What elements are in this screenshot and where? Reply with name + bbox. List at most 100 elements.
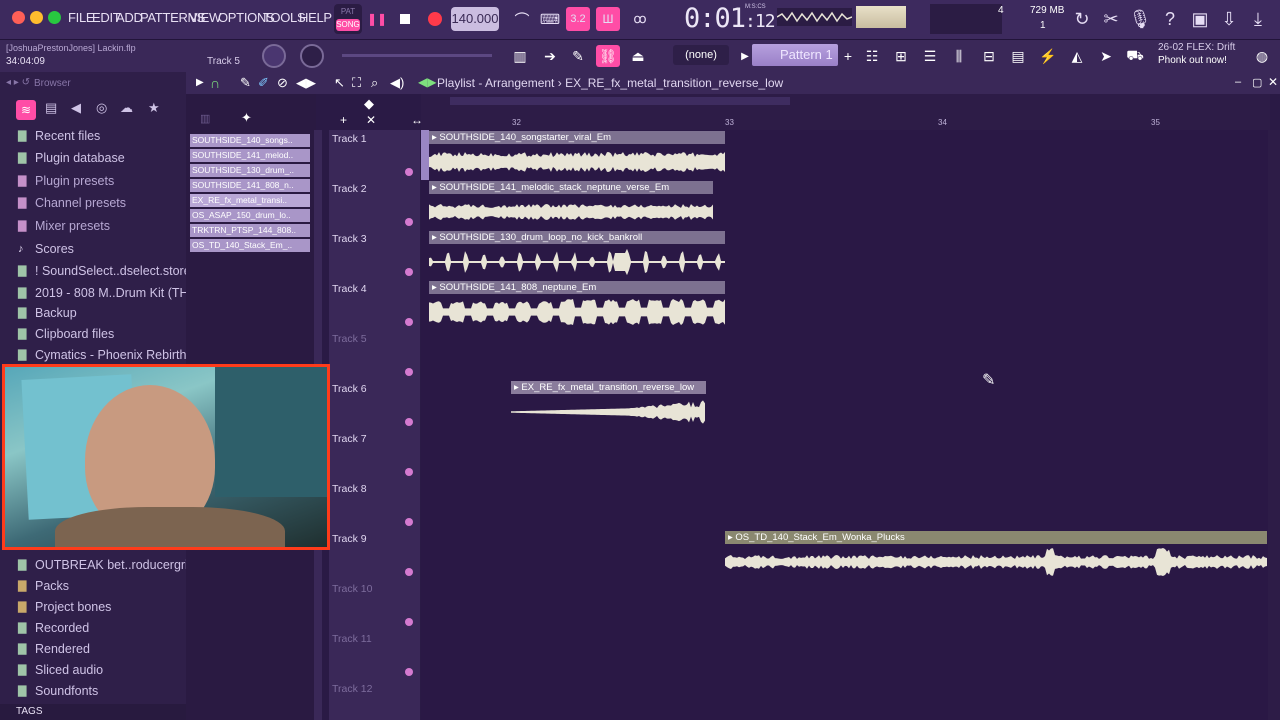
star-icon[interactable]: ★ — [148, 100, 160, 116]
folder-icon[interactable]: ▤ — [45, 100, 57, 116]
metronome-icon[interactable]: ⌒ — [508, 5, 536, 33]
zoom-tool-icon[interactable]: ⌕ — [371, 75, 378, 91]
save-icon[interactable]: ▣ — [1186, 5, 1214, 33]
countdown-icon[interactable]: 3.2 — [566, 7, 590, 31]
track-name[interactable]: Track 9 — [332, 533, 367, 545]
stamp-icon[interactable]: ⏏ — [626, 45, 650, 67]
picker-item[interactable]: SOUTHSIDE_141_melod.. — [190, 149, 310, 162]
picker-item-selected[interactable]: EX_RE_fx_metal_transi.. — [190, 194, 310, 207]
picker-item[interactable]: SOUTHSIDE_140_songs.. — [190, 134, 310, 147]
plugin-filter-icon[interactable]: ◎ — [96, 100, 107, 116]
remove-track-icon[interactable]: ✕ — [366, 113, 376, 127]
window-minimize-button[interactable] — [30, 11, 43, 24]
picker-item[interactable]: OS_TD_140_Stack_Em_.. — [190, 239, 310, 252]
browser-item-recent-files[interactable]: ▇ Recent files — [18, 126, 100, 146]
brush-icon[interactable]: ✎ — [566, 45, 590, 67]
browser-item-clipboard[interactable]: ▇ Clipboard files — [18, 324, 114, 344]
news-icon[interactable]: ◍ — [1250, 45, 1274, 67]
browser-item-2019-808[interactable]: ▇ 2019 - 808 M..Drum Kit (THP) — [18, 283, 201, 303]
master-slider[interactable] — [342, 54, 492, 57]
browser-item-rendered[interactable]: ▇ Rendered — [18, 639, 90, 659]
stop-button[interactable] — [392, 6, 418, 32]
track-mute-led[interactable] — [405, 668, 413, 676]
cart-icon[interactable]: ⛟ — [1123, 45, 1147, 67]
browser-item-sliced-audio[interactable]: ▇ Sliced audio — [18, 660, 103, 680]
browser-item-plugin-database[interactable]: ▇ Plugin database — [18, 148, 125, 168]
piano-roll-icon[interactable]: ☰ — [918, 45, 942, 67]
picker-item[interactable]: OS_ASAP_150_drum_lo.. — [190, 209, 310, 222]
help-icon[interactable]: ? — [1156, 5, 1184, 33]
browser-item-scores[interactable]: ♪ Scores — [18, 239, 74, 259]
browser-item-project-bones[interactable]: ▇ Project bones — [18, 597, 111, 617]
browser-item-plugin-presets[interactable]: ▇ Plugin presets — [18, 171, 114, 191]
add-pattern-icon[interactable]: + — [836, 45, 860, 67]
plugin-icon[interactable]: ⚡ — [1036, 45, 1060, 67]
browser-item-soundselect[interactable]: ▇ ! SoundSelect..dselect.store) — [18, 261, 195, 281]
microphone-icon[interactable]: 🎙 — [1126, 5, 1154, 33]
mixer-icon[interactable]: ⫼ — [947, 45, 971, 67]
horizontal-scrollbar[interactable] — [450, 97, 790, 105]
tempo-display[interactable]: 140.000 — [451, 7, 499, 31]
track-mute-led[interactable] — [405, 568, 413, 576]
browser-nav-icon[interactable]: ◂ ▸ ↺ — [6, 77, 30, 88]
picker-item[interactable]: SOUTHSIDE_130_drum_.. — [190, 164, 310, 177]
maximize-icon[interactable]: ▢ — [1252, 76, 1262, 89]
mute-tool-icon[interactable]: ◀▶ — [296, 75, 316, 91]
select-tool-icon[interactable]: ⛶ — [352, 75, 361, 91]
add-track-icon[interactable]: + — [340, 113, 347, 127]
pause-button[interactable]: ❚❚ — [364, 6, 390, 32]
playlist-icon[interactable]: ☷ — [860, 45, 884, 67]
step-sequencer-icon[interactable]: ⊞ — [889, 45, 913, 67]
window-close-button[interactable] — [12, 11, 25, 24]
browser-icon[interactable]: ▤ — [1006, 45, 1030, 67]
tempo-tap-icon[interactable]: ➤ — [1094, 45, 1118, 67]
render-icon[interactable]: ⇩ — [1215, 5, 1243, 33]
channel-rack-icon[interactable]: ⊟ — [977, 45, 1001, 67]
track-name[interactable]: Track 3 — [332, 233, 367, 245]
picker-item[interactable]: TRKTRN_PTSP_144_808.. — [190, 224, 310, 237]
pattern-selector[interactable]: Pattern 1 — [752, 44, 838, 66]
browser-item-recorded[interactable]: ▇ Recorded — [18, 618, 89, 638]
menu-help[interactable]: HELP — [299, 10, 332, 25]
playlist-menu-arrow-icon[interactable]: ▶ — [196, 77, 204, 88]
master-volume-knob[interactable] — [262, 44, 286, 68]
track-name[interactable]: Track 2 — [332, 183, 367, 195]
slip-tool-icon[interactable]: ↖ — [334, 75, 345, 91]
track-mute-led[interactable] — [405, 618, 413, 626]
draw-tool-icon[interactable]: ✎ — [240, 75, 251, 91]
track-name[interactable]: Track 12 — [332, 683, 372, 695]
magnet-icon[interactable]: ∩ — [210, 75, 220, 91]
tags-bar[interactable]: TAGS — [0, 704, 186, 720]
record-button[interactable] — [422, 6, 448, 32]
speaker-filter-icon[interactable]: ◀ — [71, 100, 81, 116]
track-name[interactable]: Track 4 — [332, 283, 367, 295]
track-mute-led[interactable] — [405, 418, 413, 426]
track-mute-led[interactable] — [405, 218, 413, 226]
menu-file[interactable]: FILE — [68, 10, 95, 25]
undo-icon[interactable]: ↻ — [1068, 5, 1096, 33]
cloud-icon[interactable]: ☁ — [120, 100, 133, 116]
picker-item[interactable]: SOUTHSIDE_141_808_n.. — [190, 179, 310, 192]
track-mute-led[interactable] — [405, 468, 413, 476]
cut-icon[interactable]: ✂ — [1097, 5, 1125, 33]
audio-clip[interactable]: ▸ SOUTHSIDE_130_drum_loop_no_kick_bankro… — [429, 231, 725, 281]
speaker-icon[interactable]: ◭ — [1065, 45, 1089, 67]
menu-view[interactable]: VIEW — [189, 10, 221, 25]
track-name[interactable]: Track 8 — [332, 483, 367, 495]
playhead-marker[interactable] — [421, 130, 429, 180]
track-mute-led[interactable] — [405, 368, 413, 376]
channel-select[interactable]: (none) — [673, 45, 729, 65]
browser-item-soundfonts[interactable]: ▇ Soundfonts — [18, 681, 98, 701]
track-name[interactable]: Track 6 — [332, 383, 367, 395]
minimize-icon[interactable]: – — [1235, 76, 1241, 88]
scroll-arrows-icon[interactable]: ◆ — [364, 96, 374, 112]
track-mute-led[interactable] — [405, 318, 413, 326]
picker-waveform-icon[interactable]: ✦ — [241, 110, 252, 126]
all-files-icon[interactable]: ≋ — [16, 100, 36, 120]
piano-icon[interactable]: ▥ — [508, 45, 532, 67]
audio-clip[interactable]: ▸ OS_TD_140_Stack_Em_Wonka_Plucks — [725, 531, 1267, 581]
arrow-right-icon[interactable]: ➔ — [538, 45, 562, 67]
wait-input-icon[interactable]: ⌨ — [536, 5, 564, 33]
audio-clip-selected[interactable]: ▸ EX_RE_fx_metal_transition_reverse_low — [511, 381, 706, 431]
audio-clip[interactable]: ▸ SOUTHSIDE_141_808_neptune_Em — [429, 281, 725, 331]
